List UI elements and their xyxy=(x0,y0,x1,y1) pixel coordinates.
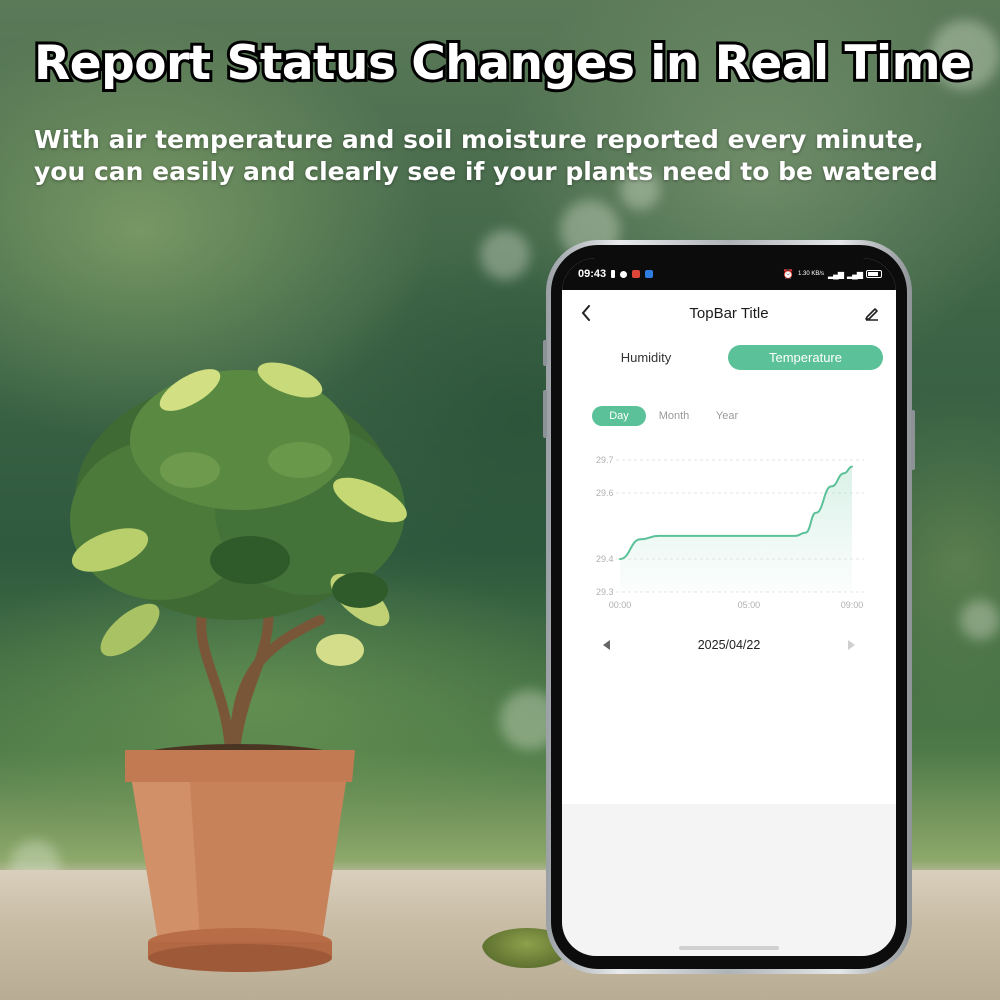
volume-down-button xyxy=(543,390,547,438)
x-tick-label: 00:00 xyxy=(609,600,632,610)
status-left: 09:43 xyxy=(578,268,654,280)
app-notification-icon xyxy=(645,270,654,278)
phone-screen: 09:43 ⏰ 1.30 KB/s ▂▄▆ ▂▄▆ TopBar Title H… xyxy=(562,258,896,956)
series-area xyxy=(620,466,852,592)
next-date-arrow-icon[interactable] xyxy=(844,638,858,652)
subline-line-2: you can easily and clearly see if your p… xyxy=(34,157,938,186)
power-button xyxy=(911,410,915,470)
range-tab-month[interactable]: Month xyxy=(646,406,702,426)
page-title: TopBar Title xyxy=(689,304,769,322)
x-tick-label: 09:00 xyxy=(841,600,864,610)
tab-temperature[interactable]: Temperature xyxy=(728,344,883,370)
home-indicator xyxy=(679,946,779,950)
smartphone: 09:43 ⏰ 1.30 KB/s ▂▄▆ ▂▄▆ TopBar Title H… xyxy=(543,240,915,974)
y-tick-label: 29.7 xyxy=(596,455,614,465)
phone-bezel: 09:43 ⏰ 1.30 KB/s ▂▄▆ ▂▄▆ TopBar Title H… xyxy=(551,245,907,969)
temperature-chart: 29.7 29.6 29.4 29.3 00:00 05:00 09:00 xyxy=(596,455,864,610)
chart-card: Day Month Year 29.7 29.6 29.4 29.3 00:00 05:0… xyxy=(562,378,896,804)
network-speed: 1.30 KB/s xyxy=(798,271,825,277)
range-tabs: Day Month Year xyxy=(592,406,752,426)
signal-icon: ▂▄▆ xyxy=(847,269,863,279)
x-tick-label: 05:00 xyxy=(738,600,761,610)
range-tab-year[interactable]: Year xyxy=(702,406,752,426)
signal-icon: ▂▄▆ xyxy=(828,269,844,279)
current-date: 2025/04/22 xyxy=(697,638,761,652)
subline: With air temperature and soil moisture r… xyxy=(34,124,938,188)
status-right: ⏰ 1.30 KB/s ▂▄▆ ▂▄▆ xyxy=(783,269,882,280)
tab-bar: Humidity Temperature xyxy=(562,336,896,378)
y-tick-label: 29.3 xyxy=(596,587,614,597)
headline: Report Status Changes in Real Time xyxy=(31,33,975,94)
app-notification-icon xyxy=(632,270,641,278)
date-navigator: 2025/04/22 xyxy=(562,633,896,657)
potted-plant-illustration xyxy=(70,362,407,972)
subline-line-1: With air temperature and soil moisture r… xyxy=(34,125,924,154)
battery-icon xyxy=(866,270,882,278)
y-tick-label: 29.6 xyxy=(596,488,614,498)
previous-date-arrow-icon[interactable] xyxy=(600,638,614,652)
tab-humidity[interactable]: Humidity xyxy=(574,345,718,370)
status-bar: 09:43 ⏰ 1.30 KB/s ▂▄▆ ▂▄▆ xyxy=(562,258,896,290)
notification-icon xyxy=(620,270,628,278)
alarm-icon: ⏰ xyxy=(782,268,795,279)
status-time: 09:43 xyxy=(578,268,607,280)
range-tab-day[interactable]: Day xyxy=(592,406,646,426)
volume-up-button xyxy=(543,340,547,366)
back-chevron-icon[interactable] xyxy=(576,303,596,323)
pencil-icon[interactable] xyxy=(862,303,882,323)
app-bar: TopBar Title xyxy=(562,290,896,336)
notification-icon xyxy=(611,270,616,278)
y-tick-label: 29.4 xyxy=(596,554,614,564)
